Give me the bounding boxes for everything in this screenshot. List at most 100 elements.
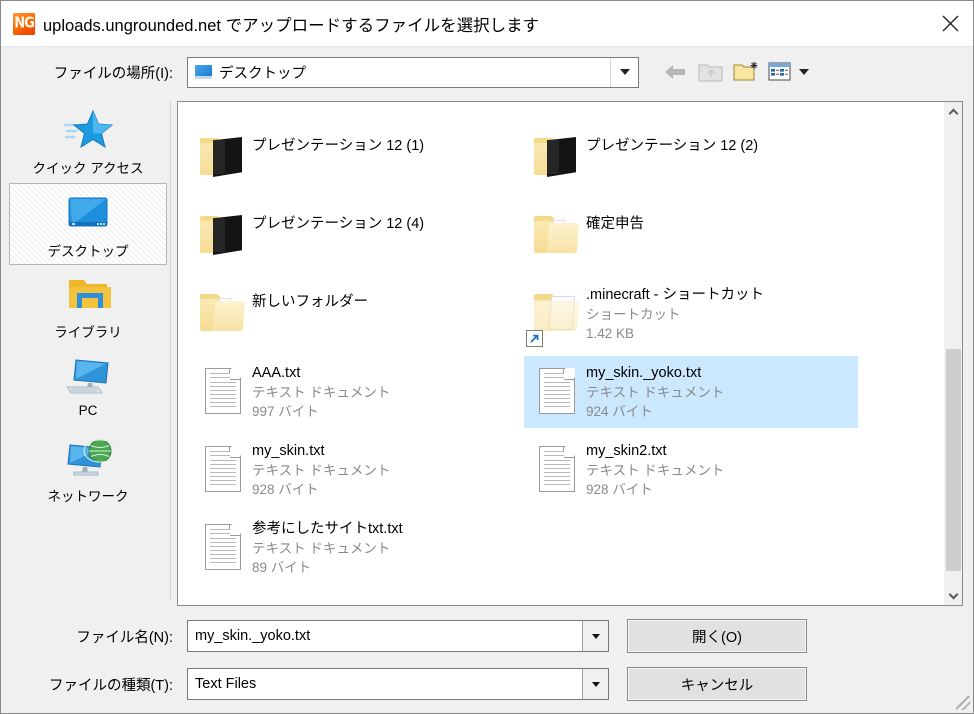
file-type-dropdown-arrow[interactable] (582, 669, 608, 699)
list-item[interactable] (190, 102, 524, 116)
file-list-scroll-content: プレゼンテーション 12 (1) プレゼンテーション 12 (2) プレゼンテー… (178, 102, 944, 590)
list-item[interactable]: プレゼンテーション 12 (2) (524, 122, 858, 194)
list-item[interactable] (524, 102, 858, 116)
list-item-empty (524, 512, 858, 590)
file-type: テキスト ドキュメント (252, 541, 391, 556)
close-icon (942, 15, 958, 32)
look-in-toolbar: ファイルの場所(I): デスクトップ (1, 47, 973, 97)
file-list-scrollbar[interactable] (943, 102, 962, 605)
ng-favicon-icon: NG (13, 12, 35, 35)
title-bar: NG uploads.ungrounded.net でアップロードするファイルを… (1, 1, 973, 47)
view-menu-dropdown[interactable] (795, 55, 813, 89)
list-item[interactable]: AAA.txt テキスト ドキュメント 997 バイト (190, 356, 524, 428)
resize-grip[interactable] (956, 696, 970, 710)
create-new-folder-button[interactable] (729, 55, 765, 89)
library-folder-icon (60, 271, 116, 319)
file-name-dropdown-arrow[interactable] (582, 621, 608, 651)
places-sidebar: クイック アクセス デスクトップ ライブラリ PC ネットワーク (7, 101, 171, 601)
close-button[interactable] (927, 1, 973, 46)
nav-toolbar (657, 55, 813, 89)
sidebar-item-desktop[interactable]: デスクトップ (9, 183, 167, 265)
file-type-value: Text Files (195, 676, 257, 692)
scroll-down-button[interactable] (944, 586, 962, 605)
list-item[interactable]: .minecraft - ショートカット ショートカット 1.42 KB (524, 278, 858, 350)
scrollbar-thumb[interactable] (946, 349, 961, 571)
open-button[interactable]: 開く(O) (627, 619, 807, 653)
file-name-row: ファイル名(N): my_skin._yoko.txt 開く(O) (1, 613, 973, 659)
sidebar-item-network[interactable]: ネットワーク (9, 429, 167, 511)
folder-door-icon (194, 125, 252, 189)
list-item[interactable]: プレゼンテーション 12 (4) (190, 200, 524, 272)
list-item[interactable]: プレゼンテーション 12 (1) (190, 122, 524, 194)
file-name: my_skin2.txt (586, 443, 667, 459)
folder-shortcut-icon (194, 102, 252, 111)
sidebar-item-libraries[interactable]: ライブラリ (9, 265, 167, 347)
chevron-up-icon (948, 108, 959, 118)
computer-icon (60, 353, 116, 401)
file-name-value: my_skin._yoko.txt (195, 628, 311, 644)
sidebar-item-quick-access[interactable]: クイック アクセス (9, 101, 167, 183)
new-folder-icon (733, 62, 758, 81)
sidebar-item-pc[interactable]: PC (9, 347, 167, 429)
sidebar-item-label: ネットワーク (47, 489, 129, 504)
back-button[interactable] (657, 55, 693, 89)
scroll-up-button[interactable] (944, 102, 962, 121)
text-document-icon (194, 437, 252, 501)
text-document-icon (528, 437, 586, 501)
file-type-row: ファイルの種類(T): Text Files キャンセル (1, 661, 973, 707)
folder-door-icon (194, 203, 252, 267)
folder-door-icon (528, 102, 586, 111)
folder-shortcut-icon (526, 281, 586, 347)
list-item[interactable]: 確定申告 (524, 200, 858, 272)
folder-icon (194, 281, 252, 345)
file-type-select[interactable]: Text Files (187, 668, 609, 700)
file-type: テキスト ドキュメント (252, 385, 391, 400)
file-list-pane[interactable]: プレゼンテーション 12 (1) プレゼンテーション 12 (2) プレゼンテー… (177, 101, 963, 606)
file-size: 1.42 KB (586, 326, 635, 341)
look-in-value: デスクトップ (219, 65, 306, 82)
look-in-dropdown-arrow[interactable] (610, 57, 638, 87)
file-grid: プレゼンテーション 12 (1) プレゼンテーション 12 (2) プレゼンテー… (178, 102, 944, 590)
sidebar-item-label: ライブラリ (54, 325, 122, 340)
desktop-monitor-icon (195, 65, 212, 79)
chevron-down-icon (591, 681, 600, 687)
sidebar-item-label: PC (78, 403, 98, 418)
cancel-button[interactable]: キャンセル (627, 667, 807, 701)
file-name-input[interactable]: my_skin._yoko.txt (187, 620, 609, 652)
file-name: my_skin._yoko.txt (586, 365, 702, 381)
file-name: AAA.txt (252, 365, 301, 381)
file-name: .minecraft - ショートカット (586, 287, 765, 303)
chevron-down-icon (619, 69, 630, 75)
list-item[interactable]: my_skin.txt テキスト ドキュメント 928 バイト (190, 434, 524, 506)
file-open-dialog: NG uploads.ungrounded.net でアップロードするファイルを… (0, 0, 974, 714)
view-menu-button[interactable] (765, 55, 795, 89)
up-one-level-button[interactable] (693, 55, 729, 89)
up-folder-icon (698, 64, 723, 82)
text-document-icon (528, 359, 586, 423)
list-item[interactable]: 参考にしたサイトtxt.txt テキスト ドキュメント 89 バイト (190, 512, 524, 584)
desktop-monitor-icon (60, 190, 116, 238)
file-type: テキスト ドキュメント (586, 385, 725, 400)
file-name: プレゼンテーション 12 (1) (252, 138, 425, 154)
sidebar-item-label: クイック アクセス (32, 161, 144, 176)
file-name: 新しいフォルダー (252, 294, 368, 310)
list-item[interactable]: my_skin2.txt テキスト ドキュメント 928 バイト (524, 434, 858, 506)
file-name: my_skin.txt (252, 443, 325, 459)
file-name: プレゼンテーション 12 (2) (586, 138, 759, 154)
look-in-combobox[interactable]: デスクトップ (187, 56, 639, 88)
file-size: 89 バイト (252, 560, 312, 575)
file-name-label: ファイル名(N): (76, 629, 173, 646)
folder-icon (528, 203, 586, 267)
file-name: 確定申告 (586, 216, 644, 232)
list-item-selected[interactable]: my_skin._yoko.txt テキスト ドキュメント 924 バイト (524, 356, 858, 428)
list-item[interactable]: 新しいフォルダー (190, 278, 524, 350)
file-name: 参考にしたサイトtxt.txt (252, 521, 403, 537)
chevron-down-icon (948, 589, 959, 599)
file-type: テキスト ドキュメント (252, 463, 391, 478)
window-title: uploads.ungrounded.net でアップロードするファイルを選択し… (43, 16, 540, 35)
chevron-down-icon (591, 633, 600, 639)
file-type: テキスト ドキュメント (586, 463, 725, 478)
chevron-down-icon (799, 69, 809, 75)
file-size: 997 バイト (252, 404, 319, 419)
back-arrow-icon (665, 65, 685, 79)
